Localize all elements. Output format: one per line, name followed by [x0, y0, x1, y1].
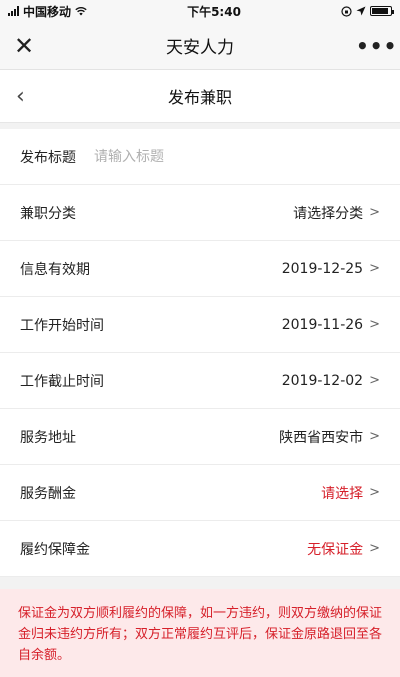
deposit-picker[interactable]: 无保证金 > — [307, 539, 380, 559]
reward-row[interactable]: 服务酬金 请选择 > — [0, 465, 400, 521]
status-time: 下午5:40 — [187, 4, 241, 19]
carrier-name: 中国移动 — [23, 4, 72, 19]
validity-label: 信息有效期 — [20, 261, 90, 278]
wifi-icon — [75, 6, 87, 16]
start-time-picker[interactable]: 2019-11-26 > — [282, 317, 380, 333]
mini-program-title: 天安人力 — [166, 38, 234, 58]
category-picker[interactable]: 请选择分类 > — [293, 203, 380, 223]
deposit-label: 履约保障金 — [20, 541, 90, 558]
start-time-label: 工作开始时间 — [20, 317, 104, 334]
chevron-right-icon: > — [369, 373, 380, 388]
reward-label: 服务酬金 — [20, 485, 76, 502]
signal-icon — [8, 6, 19, 16]
title-input[interactable] — [92, 147, 380, 166]
chevron-left-icon[interactable]: ‹ — [16, 84, 25, 109]
address-label: 服务地址 — [20, 429, 76, 446]
status-left: 中国移动 — [8, 3, 87, 20]
category-row[interactable]: 兼职分类 请选择分类 > — [0, 185, 400, 241]
job-post-form: 发布标题 兼职分类 请选择分类 > 信息有效期 2019-12-25 > 工作开… — [0, 129, 400, 577]
status-right — [341, 5, 394, 17]
validity-picker[interactable]: 2019-12-25 > — [282, 261, 380, 277]
address-row[interactable]: 服务地址 陕西省西安市 > — [0, 409, 400, 465]
orientation-lock-icon — [341, 5, 352, 17]
title-row: 发布标题 — [0, 129, 400, 185]
chevron-right-icon: > — [369, 485, 380, 500]
chevron-right-icon: > — [369, 205, 380, 220]
chevron-right-icon: > — [369, 429, 380, 444]
category-label: 兼职分类 — [20, 205, 76, 222]
end-time-label: 工作截止时间 — [20, 373, 104, 390]
page-title: 发布兼职 — [167, 88, 232, 107]
end-time-value: 2019-12-02 — [281, 372, 364, 389]
start-time-value: 2019-11-26 — [281, 316, 364, 333]
validity-value: 2019-12-25 — [281, 260, 364, 277]
reward-picker[interactable]: 请选择 > — [321, 483, 380, 503]
more-icon[interactable]: ••• — [356, 34, 396, 58]
address-picker[interactable]: 陕西省西安市 > — [279, 427, 380, 447]
address-value: 陕西省西安市 — [279, 429, 364, 446]
chevron-right-icon: > — [369, 317, 380, 332]
title-label: 发布标题 — [20, 149, 76, 166]
wechat-title-bar: ✕ 天安人力 ••• — [0, 22, 400, 70]
location-icon — [356, 6, 366, 16]
close-icon[interactable]: ✕ — [14, 32, 44, 60]
deposit-row[interactable]: 履约保障金 无保证金 > — [0, 521, 400, 577]
battery-icon — [370, 6, 394, 16]
status-bar: 中国移动 下午5:40 — [0, 0, 400, 22]
start-time-row[interactable]: 工作开始时间 2019-11-26 > — [0, 297, 400, 353]
chevron-right-icon: > — [369, 541, 380, 556]
reward-value: 请选择 — [321, 485, 364, 502]
validity-row[interactable]: 信息有效期 2019-12-25 > — [0, 241, 400, 297]
deposit-value: 无保证金 — [307, 541, 364, 558]
page-nav-bar: ‹ 发布兼职 — [0, 70, 400, 123]
deposit-notice: 保证金为双方顺利履约的保障，如一方违约，则双方缴纳的保证 金归未违约方所有；双方… — [0, 589, 400, 677]
category-value: 请选择分类 — [293, 205, 364, 222]
chevron-right-icon: > — [369, 261, 380, 276]
end-time-picker[interactable]: 2019-12-02 > — [282, 373, 380, 389]
end-time-row[interactable]: 工作截止时间 2019-12-02 > — [0, 353, 400, 409]
